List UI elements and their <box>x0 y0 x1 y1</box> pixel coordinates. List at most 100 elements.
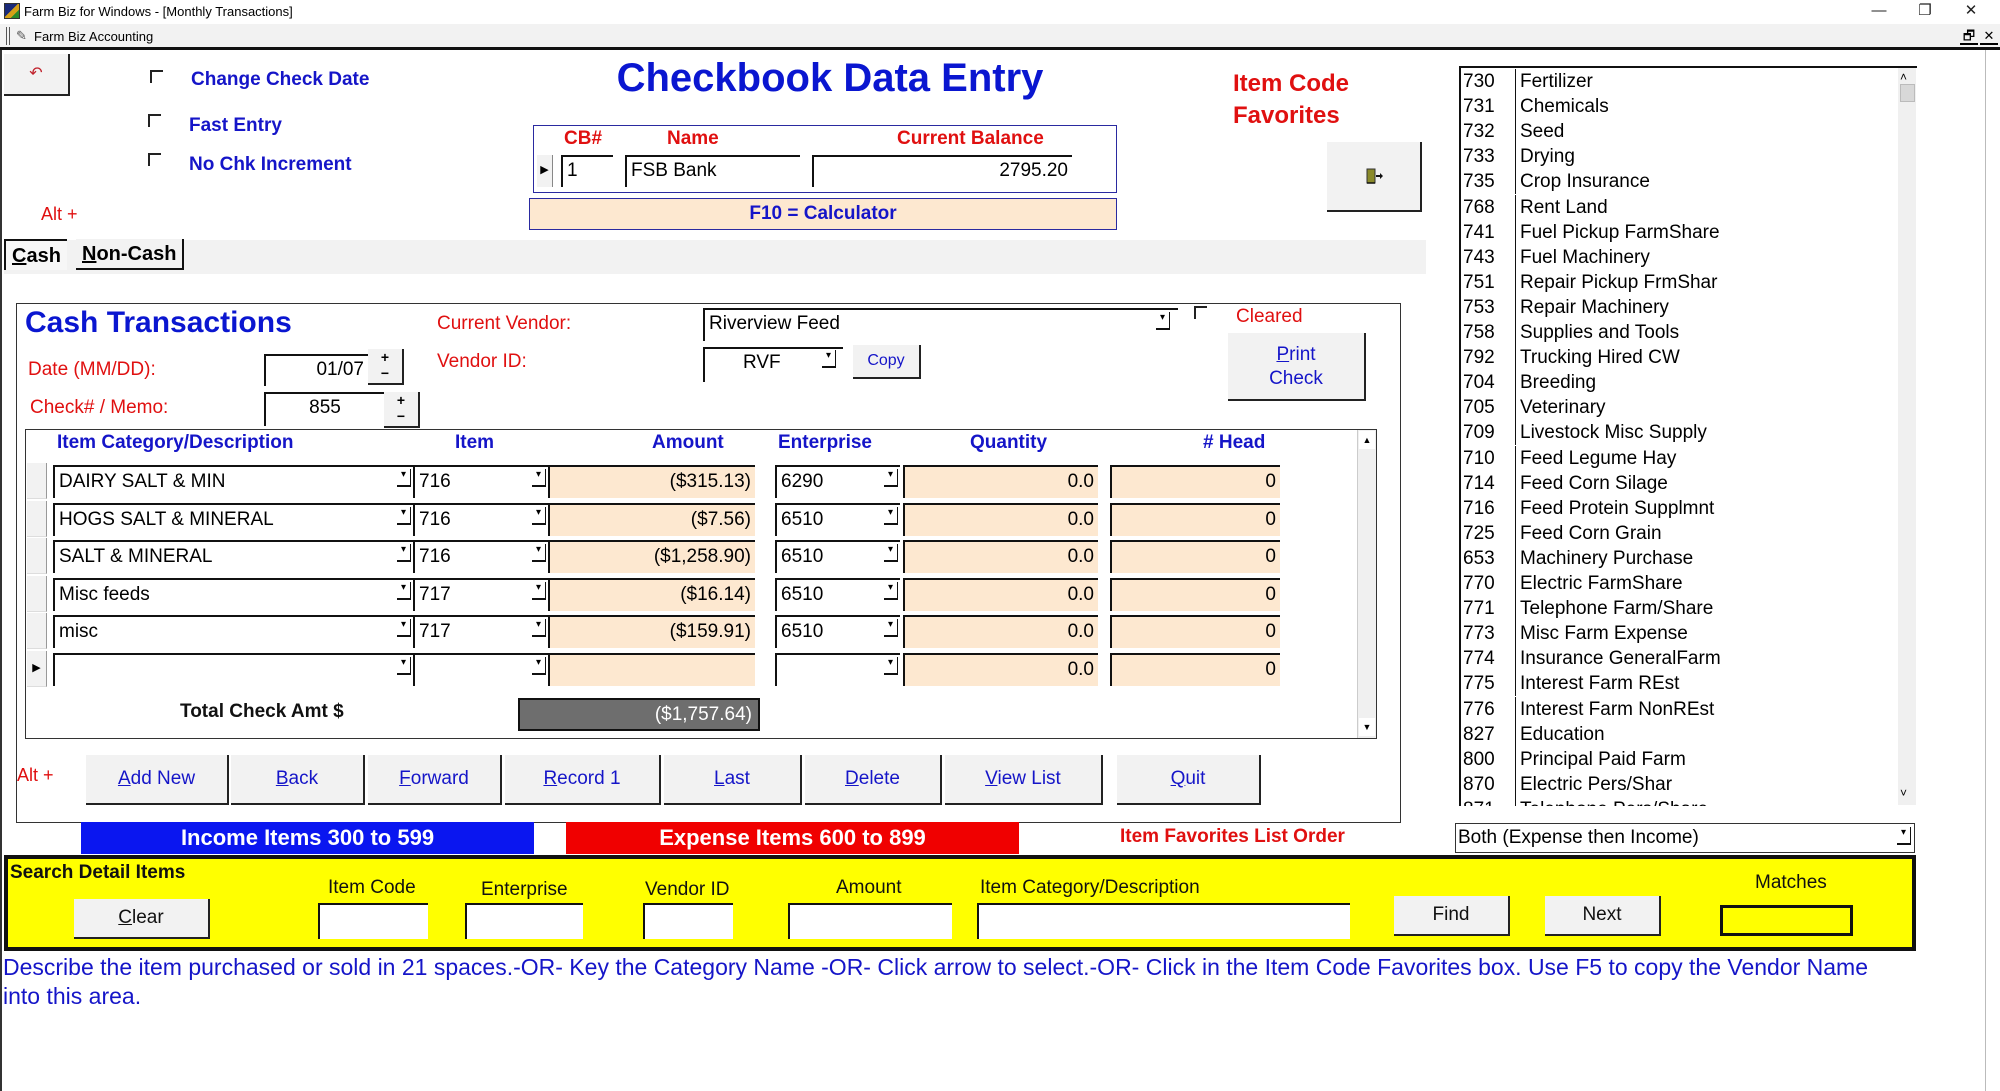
search-item-code-input[interactable] <box>318 903 428 939</box>
description-dropdown-icon[interactable]: ▾ <box>397 506 411 525</box>
vendor-id-dropdown-icon[interactable]: ▾ <box>822 350 836 368</box>
menu-farm-biz-accounting[interactable]: Farm Biz Accounting <box>34 29 153 44</box>
nav-button-record-1[interactable]: Record 1 <box>505 755 661 805</box>
clear-button[interactable]: Clear <box>74 899 210 939</box>
mdi-close-icon[interactable]: ✕ <box>1980 27 1998 45</box>
search-vendor-id-input[interactable] <box>643 903 733 939</box>
close-button[interactable]: ✕ <box>1948 0 1994 24</box>
item-code-cell[interactable]: 717 <box>413 577 548 611</box>
description-cell[interactable]: misc <box>53 615 413 648</box>
no-chk-increment-checkbox[interactable] <box>148 153 161 166</box>
item-code-cell[interactable]: 716 <box>413 540 548 573</box>
item-code-cell[interactable] <box>413 652 548 686</box>
check-number-field[interactable]: 855 <box>264 392 384 426</box>
description-cell[interactable]: HOGS SALT & MINERAL <box>53 502 413 536</box>
quantity-cell[interactable]: 0.0 <box>903 540 1098 573</box>
enterprise-cell[interactable]: 6510 <box>775 577 900 611</box>
tab-cash[interactable]: Cash <box>4 239 67 270</box>
nav-button-add-new[interactable]: Add New <box>86 755 229 805</box>
enterprise-dropdown-icon[interactable]: ▾ <box>884 506 898 525</box>
favorites-order-select[interactable]: Both (Expense then Income) <box>1455 823 1915 853</box>
head-count-cell[interactable]: 0 <box>1110 502 1280 536</box>
exit-button[interactable] <box>1327 142 1422 212</box>
favorites-scroll-thumb[interactable] <box>1900 84 1915 102</box>
print-check-button[interactable]: Print Check <box>1228 333 1366 401</box>
amount-cell[interactable]: ($7.56) <box>548 502 755 536</box>
description-cell[interactable]: SALT & MINERAL <box>53 540 413 573</box>
favorites-order-dropdown-icon[interactable]: ▾ <box>1897 827 1911 845</box>
amount-cell[interactable] <box>548 652 755 686</box>
enterprise-dropdown-icon[interactable]: ▾ <box>884 619 898 637</box>
description-cell[interactable] <box>53 652 413 686</box>
cb-number-field[interactable]: 1 <box>561 155 613 187</box>
check-decrement-icon[interactable]: − <box>384 408 418 424</box>
bank-name-field[interactable]: FSB Bank <box>625 155 800 187</box>
item-dropdown-icon[interactable]: ▾ <box>532 544 546 562</box>
quantity-cell[interactable]: 0.0 <box>903 652 1098 686</box>
record-selector-icon[interactable]: ▶ <box>537 155 553 187</box>
description-dropdown-icon[interactable]: ▾ <box>397 544 411 562</box>
enterprise-dropdown-icon[interactable]: ▾ <box>884 656 898 675</box>
enterprise-cell[interactable]: 6290 <box>775 465 900 498</box>
nav-button-view-list[interactable]: View List <box>945 755 1103 805</box>
row-selector-icon[interactable] <box>27 500 47 537</box>
nav-button-quit[interactable]: Quit <box>1117 755 1261 805</box>
head-count-cell[interactable]: 0 <box>1110 615 1280 648</box>
amount-cell[interactable]: ($16.14) <box>548 577 755 611</box>
search-amount-input[interactable] <box>788 903 952 939</box>
date-decrement-icon[interactable]: − <box>368 365 402 381</box>
head-count-cell[interactable]: 0 <box>1110 540 1280 573</box>
copy-button[interactable]: Copy <box>853 345 921 379</box>
vendor-combo[interactable]: Riverview Feed <box>703 308 1178 341</box>
minimize-button[interactable]: — <box>1856 0 1902 24</box>
quantity-cell[interactable]: 0.0 <box>903 465 1098 498</box>
enterprise-dropdown-icon[interactable]: ▾ <box>884 544 898 562</box>
enterprise-cell[interactable] <box>775 652 900 686</box>
item-dropdown-icon[interactable]: ▾ <box>532 619 546 637</box>
enterprise-dropdown-icon[interactable]: ▾ <box>884 581 898 600</box>
favorites-scroll-up-icon[interactable]: ˄ <box>1900 70 1907 84</box>
item-code-cell[interactable]: 716 <box>413 465 548 498</box>
grid-scrollbar[interactable]: ▲ ▼ <box>1357 430 1376 738</box>
row-selector-icon[interactable]: ▶ <box>27 650 47 687</box>
description-cell[interactable]: DAIRY SALT & MIN <box>53 465 413 498</box>
row-selector-icon[interactable] <box>27 613 47 649</box>
favorites-list[interactable]: 730 Fertilizer 731 Chemicals 732 Seed 733 Dryin… <box>1459 66 1917 806</box>
date-field[interactable]: 01/07 <box>264 354 368 386</box>
search-description-input[interactable] <box>977 903 1350 939</box>
date-increment-icon[interactable]: + <box>368 349 402 365</box>
vendor-dropdown-icon[interactable]: ▾ <box>1156 312 1170 330</box>
scroll-down-icon[interactable]: ▼ <box>1359 718 1375 736</box>
next-button[interactable]: Next <box>1545 896 1661 936</box>
quantity-cell[interactable]: 0.0 <box>903 615 1098 648</box>
tab-non-cash[interactable]: Non-Cash <box>76 239 185 270</box>
fast-entry-checkbox[interactable] <box>148 114 161 127</box>
amount-cell[interactable]: ($159.91) <box>548 615 755 648</box>
enterprise-cell[interactable]: 6510 <box>775 615 900 648</box>
mdi-restore-icon[interactable]: 🗗 <box>1960 27 1978 45</box>
item-code-cell[interactable]: 717 <box>413 615 548 648</box>
description-dropdown-icon[interactable]: ▾ <box>397 619 411 637</box>
undo-button[interactable]: ↶ <box>4 54 70 96</box>
description-dropdown-icon[interactable]: ▾ <box>397 581 411 600</box>
check-spinner[interactable]: + − <box>384 392 420 428</box>
cleared-checkbox[interactable] <box>1194 306 1207 319</box>
find-button[interactable]: Find <box>1394 896 1510 936</box>
check-increment-icon[interactable]: + <box>384 392 418 408</box>
favorites-scrollbar[interactable]: ˄ ˅ <box>1898 68 1916 805</box>
item-dropdown-icon[interactable]: ▾ <box>532 469 546 487</box>
description-cell[interactable]: Misc feeds <box>53 577 413 611</box>
search-enterprise-input[interactable] <box>465 903 583 939</box>
head-count-cell[interactable]: 0 <box>1110 577 1280 611</box>
amount-cell[interactable]: ($1,258.90) <box>548 540 755 573</box>
quantity-cell[interactable]: 0.0 <box>903 502 1098 536</box>
enterprise-cell[interactable]: 6510 <box>775 540 900 573</box>
row-selector-icon[interactable] <box>27 538 47 574</box>
enterprise-dropdown-icon[interactable]: ▾ <box>884 469 898 487</box>
favorites-scroll-down-icon[interactable]: ˅ <box>1900 786 1907 800</box>
quantity-cell[interactable]: 0.0 <box>903 577 1098 611</box>
change-check-date-checkbox[interactable] <box>150 70 163 83</box>
scroll-up-icon[interactable]: ▲ <box>1359 431 1375 449</box>
nav-button-delete[interactable]: Delete <box>805 755 942 805</box>
nav-button-last[interactable]: Last <box>664 755 802 805</box>
